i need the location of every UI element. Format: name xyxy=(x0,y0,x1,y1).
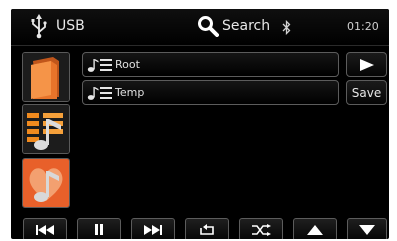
favorites-browse-tile[interactable] xyxy=(22,158,70,208)
scroll-up-icon xyxy=(307,224,323,235)
usb-icon xyxy=(31,14,47,39)
bluetooth-icon xyxy=(282,20,291,35)
scroll-down-button[interactable] xyxy=(347,218,387,239)
next-icon xyxy=(144,224,162,235)
top-bar: USB Search 01:20 xyxy=(11,9,389,46)
search-label: Search xyxy=(222,18,271,34)
pause-icon xyxy=(95,224,103,235)
heart-music-icon xyxy=(23,159,69,207)
play-button[interactable] xyxy=(346,52,387,77)
clock: 01:20 xyxy=(347,20,379,33)
list-item[interactable]: Temp xyxy=(82,80,339,105)
pause-button[interactable] xyxy=(77,218,121,239)
search-button[interactable]: Search xyxy=(197,12,270,40)
previous-button[interactable] xyxy=(23,218,67,239)
next-button[interactable] xyxy=(131,218,175,239)
search-icon xyxy=(198,16,219,37)
repeat-icon xyxy=(200,223,214,235)
folder-icon xyxy=(23,53,69,101)
list-item[interactable]: Root xyxy=(82,52,339,77)
save-button[interactable]: Save xyxy=(346,80,387,105)
previous-icon xyxy=(36,224,54,235)
folder-browse-tile[interactable] xyxy=(22,52,70,102)
music-list-icon xyxy=(23,105,69,153)
shuffle-icon xyxy=(252,223,271,236)
playlist-browse-tile[interactable] xyxy=(22,104,70,154)
source-label: USB xyxy=(56,18,85,34)
scroll-up-button[interactable] xyxy=(293,218,337,239)
shuffle-button[interactable] xyxy=(239,218,283,239)
music-list-icon xyxy=(87,58,112,72)
scroll-down-icon xyxy=(359,224,375,235)
music-list-icon xyxy=(87,86,112,100)
list-item-label: Root xyxy=(115,58,140,71)
media-screen: USB Search 01:20 Root Temp Save xyxy=(11,9,389,239)
repeat-button[interactable] xyxy=(185,218,229,239)
play-icon xyxy=(359,58,374,71)
list-item-label: Temp xyxy=(115,86,145,99)
